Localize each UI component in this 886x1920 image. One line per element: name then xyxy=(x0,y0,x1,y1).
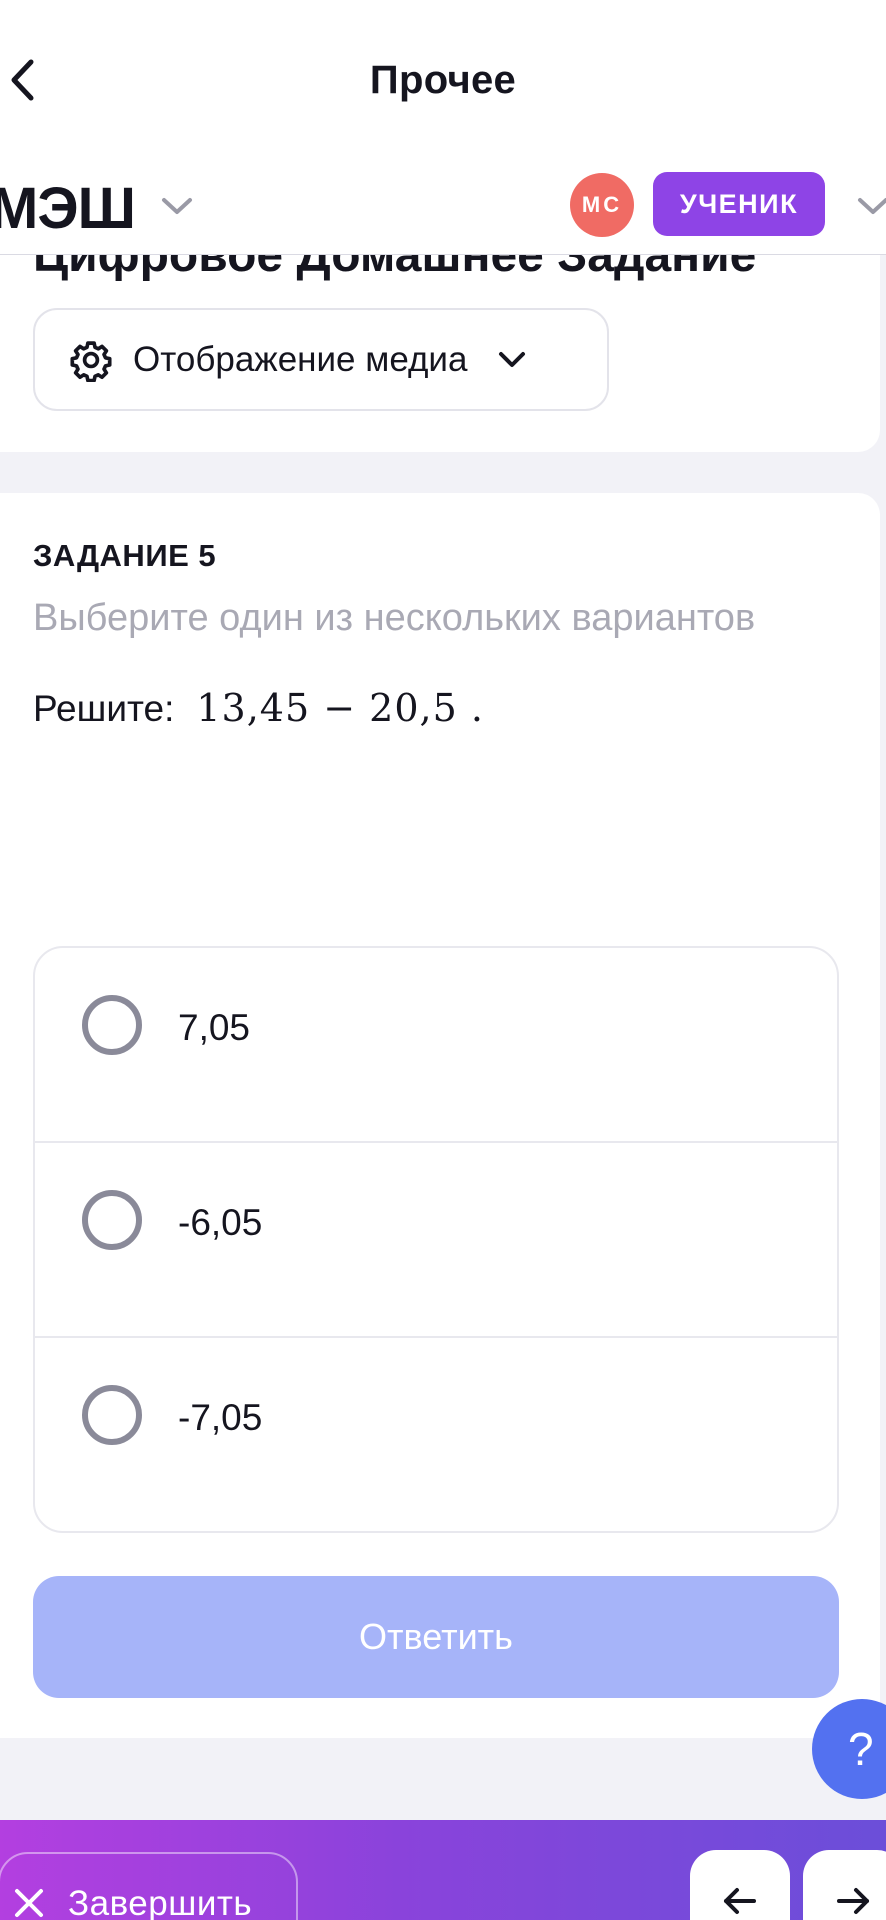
navigation-bar: Прочее xyxy=(0,0,886,165)
option-label: 7,05 xyxy=(178,1007,251,1048)
answer-options: 7,05 -6,05 -7,05 xyxy=(33,946,839,1533)
gear-icon xyxy=(70,340,112,382)
arrow-left-icon xyxy=(724,1888,756,1914)
task-card: ЗАДАНИЕ 5 Выберите один из нескольких ва… xyxy=(0,493,880,1738)
task-question: Решите: 13,45 − 20,5 . xyxy=(33,686,484,730)
media-display-dropdown[interactable]: Отображение медиа xyxy=(33,308,609,411)
bottom-bar: Завершить xyxy=(0,1820,886,1920)
media-display-label: Отображение медиа xyxy=(133,339,468,379)
previous-task-button[interactable] xyxy=(690,1850,790,1920)
answer-option[interactable]: -7,05 xyxy=(35,1338,837,1531)
close-icon xyxy=(15,1889,43,1917)
app-logo[interactable]: МЭШ xyxy=(0,175,136,242)
app-header: МЭШ МС УЧЕНИК xyxy=(0,165,886,255)
chevron-down-icon[interactable] xyxy=(160,195,194,217)
help-icon: ? xyxy=(848,1723,874,1775)
option-label: -7,05 xyxy=(178,1397,263,1438)
next-task-button[interactable] xyxy=(803,1850,886,1920)
finish-label: Завершить xyxy=(68,1884,253,1920)
page-title: Прочее xyxy=(369,58,517,102)
radio-button[interactable] xyxy=(82,995,142,1055)
task-hint: Выберите один из нескольких вариантов xyxy=(33,597,756,639)
question-prefix: Решите: xyxy=(33,688,175,729)
answer-button[interactable]: Ответить xyxy=(33,1576,839,1698)
answer-option[interactable]: -6,05 xyxy=(35,1143,837,1338)
role-badge[interactable]: УЧЕНИК xyxy=(653,172,825,236)
chevron-down-icon[interactable] xyxy=(856,195,886,217)
chevron-down-icon xyxy=(499,351,526,367)
task-number: ЗАДАНИЕ 5 xyxy=(33,538,217,573)
math-expression: 13,45 − 20,5 . xyxy=(196,686,484,730)
option-label: -6,05 xyxy=(178,1202,263,1243)
avatar[interactable]: МС xyxy=(570,173,634,237)
arrow-right-icon xyxy=(837,1888,869,1914)
answer-option[interactable]: 7,05 xyxy=(35,948,837,1143)
radio-button[interactable] xyxy=(82,1190,142,1250)
radio-button[interactable] xyxy=(82,1385,142,1445)
finish-button[interactable]: Завершить xyxy=(0,1852,298,1920)
